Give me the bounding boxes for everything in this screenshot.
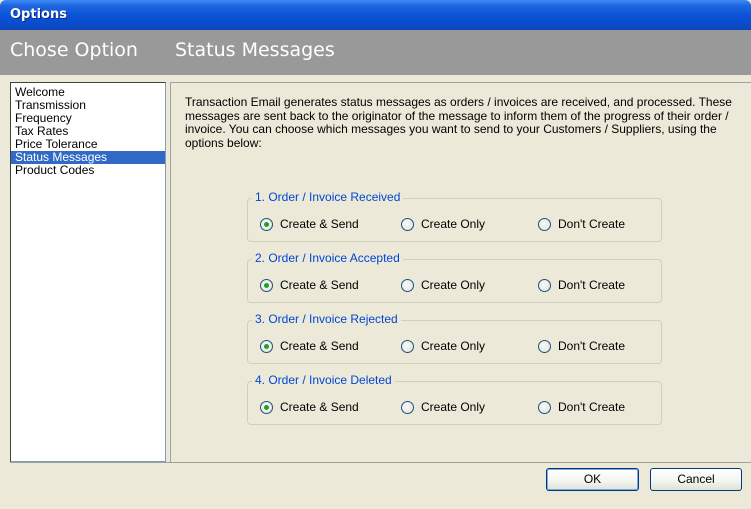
intro-text: Transaction Email generates status messa… bbox=[185, 95, 732, 150]
radio-label: Create & Send bbox=[280, 278, 359, 292]
group-order-deleted: 4. Order / Invoice Deleted Create & Send… bbox=[247, 373, 662, 425]
section-heading: Status Messages bbox=[175, 39, 335, 61]
sidebar-item-product-codes[interactable]: Product Codes bbox=[11, 164, 165, 177]
radio-checked-icon[interactable] bbox=[260, 278, 273, 292]
radio-dont-create[interactable]: Don't Create bbox=[538, 216, 625, 232]
radio-icon[interactable] bbox=[538, 339, 551, 353]
radio-label: Create Only bbox=[421, 217, 486, 231]
radio-checked-icon[interactable] bbox=[260, 339, 273, 353]
radio-label: Create & Send bbox=[280, 400, 359, 414]
radio-icon[interactable] bbox=[401, 278, 414, 292]
radio-checked-icon[interactable] bbox=[260, 217, 273, 231]
radio-icon[interactable] bbox=[401, 217, 414, 231]
group-order-accepted: 2. Order / Invoice Accepted Create & Sen… bbox=[247, 251, 662, 303]
radio-create-send[interactable]: Create & Send bbox=[260, 338, 359, 354]
radio-dont-create[interactable]: Don't Create bbox=[538, 338, 625, 354]
radio-icon[interactable] bbox=[401, 339, 414, 353]
radio-create-send[interactable]: Create & Send bbox=[260, 399, 359, 415]
radio-label: Don't Create bbox=[558, 278, 625, 292]
options-list[interactable]: Welcome Transmission Frequency Tax Rates… bbox=[10, 82, 166, 462]
group-order-rejected: 3. Order / Invoice Rejected Create & Sen… bbox=[247, 312, 662, 364]
radio-create-only[interactable]: Create Only bbox=[401, 338, 485, 354]
group-title: 4. Order / Invoice Deleted bbox=[252, 373, 395, 387]
radio-icon[interactable] bbox=[538, 278, 551, 292]
radio-label: Don't Create bbox=[558, 217, 625, 231]
chose-option-heading: Chose Option bbox=[10, 39, 138, 61]
radio-label: Don't Create bbox=[558, 339, 625, 353]
radio-checked-icon[interactable] bbox=[260, 400, 273, 414]
radio-icon[interactable] bbox=[538, 400, 551, 414]
window-title: Options bbox=[10, 7, 67, 22]
radio-create-only[interactable]: Create Only bbox=[401, 277, 485, 293]
group-title: 1. Order / Invoice Received bbox=[252, 190, 404, 204]
group-title: 2. Order / Invoice Accepted bbox=[252, 251, 403, 265]
radio-create-send[interactable]: Create & Send bbox=[260, 216, 359, 232]
radio-label: Create Only bbox=[421, 400, 486, 414]
radio-create-only[interactable]: Create Only bbox=[401, 216, 485, 232]
ok-button[interactable]: OK bbox=[546, 468, 639, 491]
radio-label: Create & Send bbox=[280, 217, 359, 231]
radio-icon[interactable] bbox=[401, 400, 414, 414]
radio-dont-create[interactable]: Don't Create bbox=[538, 277, 625, 293]
group-order-received: 1. Order / Invoice Received Create & Sen… bbox=[247, 190, 662, 242]
radio-label: Don't Create bbox=[558, 400, 625, 414]
radio-create-send[interactable]: Create & Send bbox=[260, 277, 359, 293]
radio-label: Create & Send bbox=[280, 339, 359, 353]
radio-label: Create Only bbox=[421, 339, 486, 353]
radio-label: Create Only bbox=[421, 278, 486, 292]
cancel-button[interactable]: Cancel bbox=[650, 468, 742, 491]
footer-divider bbox=[10, 462, 751, 463]
radio-create-only[interactable]: Create Only bbox=[401, 399, 485, 415]
radio-dont-create[interactable]: Don't Create bbox=[538, 399, 625, 415]
window-titlebar[interactable]: Options bbox=[0, 0, 751, 30]
radio-icon[interactable] bbox=[538, 217, 551, 231]
group-title: 3. Order / Invoice Rejected bbox=[252, 312, 401, 326]
